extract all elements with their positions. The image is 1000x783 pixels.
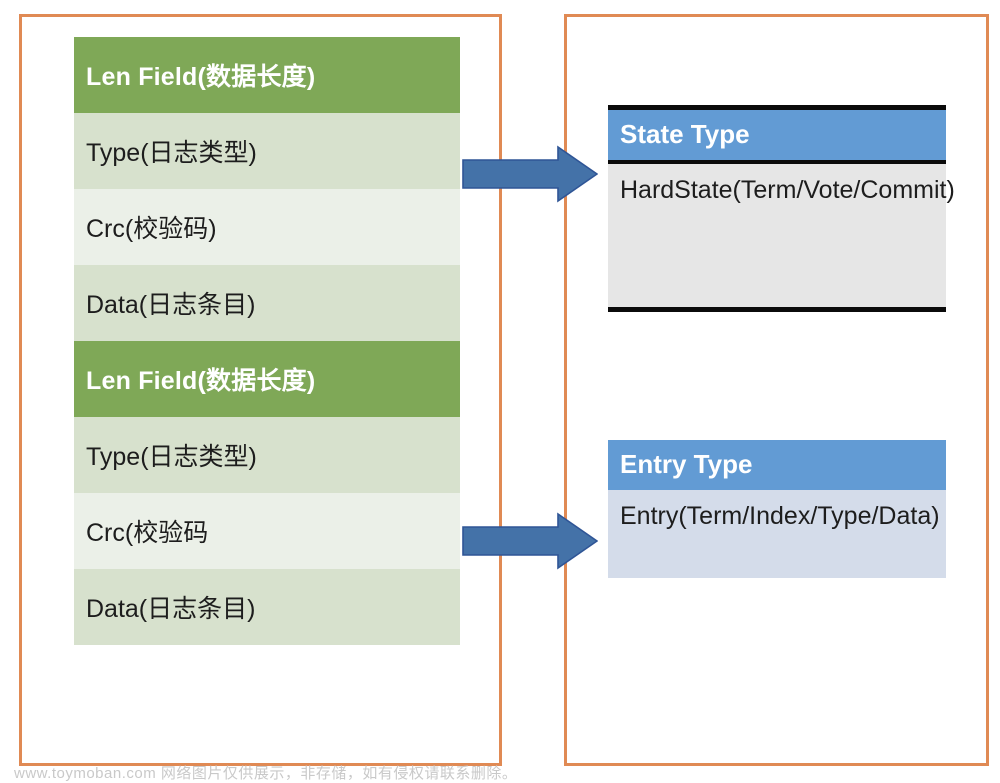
data-field-2: Data(日志条目) (74, 569, 460, 645)
state-type-box: State Type HardState(Term/Vote/Commit) (608, 105, 955, 312)
crc-field-1: Crc(校验码) (74, 189, 460, 265)
watermark-text: www.toymoban.com 网络图片仅供展示，非存储，如有侵权请联系删除。 (14, 765, 518, 782)
arrow-to-entry-type-icon (462, 512, 598, 570)
entry-type-title: Entry Type (608, 440, 946, 490)
type-field-1: Type(日志类型) (74, 113, 460, 189)
log-record-layout: Len Field(数据长度) Type(日志类型) Crc(校验码) Data… (74, 37, 460, 645)
arrow-to-state-type-icon (462, 145, 598, 203)
entry-type-box: Entry Type Entry(Term/Index/Type/Data) (608, 440, 946, 578)
entry-type-body: Entry(Term/Index/Type/Data) (608, 490, 946, 578)
crc-field-2: Crc(校验码 (74, 493, 460, 569)
len-field-header-1: Len Field(数据长度) (74, 37, 460, 113)
type-field-2: Type(日志类型) (74, 417, 460, 493)
state-type-body: HardState(Term/Vote/Commit) (608, 164, 955, 307)
len-field-header-2: Len Field(数据长度) (74, 341, 460, 417)
data-field-1: Data(日志条目) (74, 265, 460, 341)
record-group-1: Len Field(数据长度) Type(日志类型) Crc(校验码) Data… (74, 37, 460, 341)
state-type-title: State Type (608, 110, 946, 164)
record-group-2: Len Field(数据长度) Type(日志类型) Crc(校验码 Data(… (74, 341, 460, 645)
